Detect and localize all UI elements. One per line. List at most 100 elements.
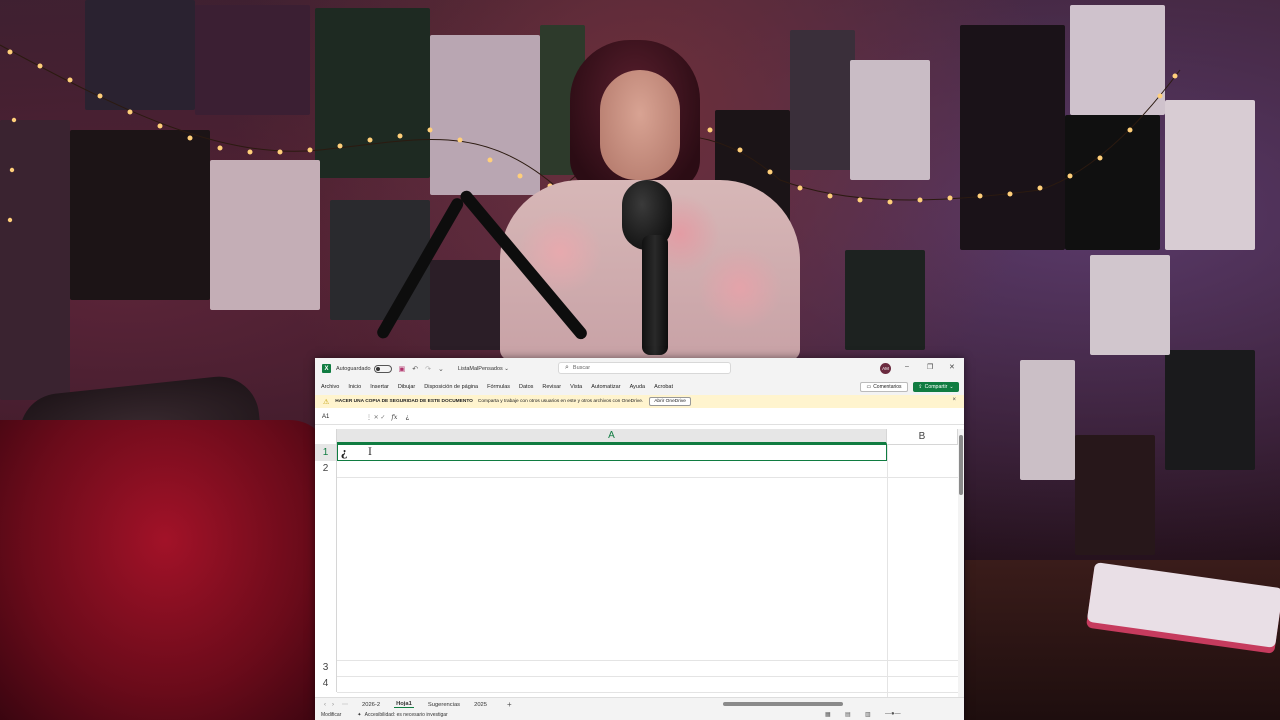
- tab-ayuda[interactable]: Ayuda: [630, 384, 646, 390]
- notification-title: HACER UNA COPIA DE SEGURIDAD DE ESTE DOC…: [335, 399, 473, 404]
- tab-vista[interactable]: Vista: [570, 384, 582, 390]
- tab-datos[interactable]: Datos: [519, 384, 533, 390]
- undo-icon[interactable]: ↶: [412, 365, 418, 373]
- search-icon: ⌕: [565, 364, 569, 371]
- column-header-a[interactable]: A: [337, 429, 887, 444]
- sheet-tab-hoja1[interactable]: Hoja1: [394, 701, 414, 708]
- select-all-corner[interactable]: [315, 429, 337, 444]
- add-sheet-icon[interactable]: +: [507, 700, 512, 709]
- poster: [330, 200, 430, 320]
- share-button[interactable]: ⇪ Compartir ⌄: [913, 382, 959, 392]
- poster: [1070, 5, 1165, 115]
- backup-notification-bar: ⚠ HACER UNA COPIA DE SEGURIDAD DE ESTE D…: [315, 395, 964, 408]
- poster: [1020, 360, 1075, 480]
- poster: [315, 8, 430, 178]
- horizontal-scrollbar[interactable]: [715, 702, 955, 707]
- poster: [0, 120, 70, 400]
- poster: [430, 35, 540, 195]
- row-header-2[interactable]: 2: [315, 461, 337, 477]
- column-headers: A B: [315, 429, 958, 445]
- zoom-slider[interactable]: —●—: [885, 711, 901, 717]
- page-break-icon[interactable]: ▥: [865, 711, 871, 718]
- row-header-1[interactable]: 1: [315, 444, 337, 461]
- poster: [1165, 350, 1255, 470]
- poster: [960, 25, 1065, 250]
- comment-icon: ▭: [866, 384, 872, 390]
- open-onedrive-button[interactable]: Abrir OneDrive: [649, 397, 691, 406]
- page-layout-icon[interactable]: ▤: [845, 711, 851, 718]
- row-header-4[interactable]: 4: [315, 676, 337, 692]
- autosave-label: Autoguardado: [336, 365, 371, 372]
- tab-formulas[interactable]: Fórmulas: [487, 384, 510, 390]
- customize-quick-access-icon[interactable]: ⌄: [438, 365, 444, 373]
- tab-acrobat[interactable]: Acrobat: [654, 384, 673, 390]
- close-icon[interactable]: ✕: [949, 363, 955, 371]
- tab-archivo[interactable]: Archivo: [321, 384, 339, 390]
- next-sheet-icon[interactable]: ›: [332, 702, 334, 708]
- more-sheets-icon[interactable]: ⋯: [342, 701, 348, 708]
- share-icon: ⇪: [918, 384, 923, 390]
- gridline: [337, 676, 958, 677]
- excel-window: X Autoguardado ▣ ↶ ↷ ⌄ ListaMalPensados …: [315, 358, 964, 720]
- gridline: [887, 444, 888, 697]
- poster: [70, 130, 210, 300]
- vertical-scroll-thumb[interactable]: [959, 435, 963, 495]
- save-icon[interactable]: ▣: [399, 365, 406, 373]
- normal-view-icon[interactable]: ▦: [825, 711, 831, 718]
- tab-automatizar[interactable]: Automatizar: [591, 384, 620, 390]
- tab-revisar[interactable]: Revisar: [542, 384, 561, 390]
- accessibility-icon: ✦: [357, 712, 362, 718]
- sheet-tabs-bar: ‹ › ⋯ 2026-2 Hoja1 Sugerencias 2025 +: [315, 697, 964, 711]
- tab-insertar[interactable]: Insertar: [370, 384, 389, 390]
- tab-dibujar[interactable]: Dibujar: [398, 384, 415, 390]
- search-box[interactable]: ⌕ Buscar: [558, 362, 731, 374]
- poster: [210, 160, 320, 310]
- poster: [845, 250, 925, 350]
- prev-sheet-icon[interactable]: ‹: [324, 702, 326, 708]
- active-cell-a1[interactable]: ¿ I: [337, 444, 887, 461]
- redo-icon[interactable]: ↷: [425, 365, 431, 373]
- comments-button[interactable]: ▭ Comentarios: [860, 382, 908, 392]
- close-notification-icon[interactable]: ×: [952, 397, 956, 403]
- poster: [790, 30, 855, 170]
- excel-logo-icon: X: [322, 364, 331, 373]
- name-box[interactable]: A1: [322, 414, 366, 420]
- sheet-tab-sugerencias[interactable]: Sugerencias: [428, 702, 460, 708]
- chevron-down-icon: ⌄: [949, 384, 954, 390]
- gridline: [337, 692, 958, 693]
- warning-icon: ⚠: [323, 398, 330, 406]
- avatar[interactable]: AM: [880, 363, 891, 374]
- sheet-tab-2026-2[interactable]: 2026-2: [362, 702, 380, 708]
- column-header-b[interactable]: B: [887, 429, 958, 444]
- accessibility-label: Accesibilidad: es necesario investigar: [364, 712, 448, 718]
- insert-function-icon[interactable]: fx: [391, 413, 397, 421]
- accessibility-status[interactable]: ✦ Accesibilidad: es necesario investigar: [357, 712, 447, 718]
- microphone-body: [642, 235, 668, 355]
- tab-inicio[interactable]: Inicio: [348, 384, 361, 390]
- person-face: [600, 70, 680, 180]
- horizontal-scroll-thumb[interactable]: [723, 702, 843, 706]
- status-bar: Modificar ✦ Accesibilidad: es necesario …: [315, 710, 964, 720]
- file-name[interactable]: ListaMalPensados ⌄: [458, 366, 509, 372]
- autosave-toggle[interactable]: [373, 364, 392, 373]
- poster: [1165, 100, 1255, 250]
- tab-disposicion-de-pagina[interactable]: Disposición de página: [424, 384, 478, 390]
- poster: [430, 260, 510, 350]
- vertical-scrollbar[interactable]: [958, 429, 964, 697]
- row-header-3[interactable]: 3: [315, 660, 337, 676]
- formula-input[interactable]: ¿: [405, 414, 409, 421]
- poster: [85, 0, 195, 110]
- poster: [1090, 255, 1170, 355]
- notification-message: Comparta y trabaje con otros usuarios en…: [477, 399, 644, 404]
- cell-a1-text: ¿: [341, 446, 348, 459]
- formula-bar-controls: ⋮ ✕ ✓: [366, 414, 386, 421]
- comments-label: Comentarios: [873, 384, 902, 390]
- search-placeholder: Buscar: [572, 365, 591, 371]
- row-header-gap: [315, 477, 337, 660]
- worksheet-grid[interactable]: A B 1 2 3 4 ¿ I: [315, 429, 958, 697]
- minimize-icon[interactable]: –: [905, 363, 909, 370]
- restore-icon[interactable]: ❐: [927, 363, 933, 371]
- poster: [195, 5, 310, 115]
- formula-bar: A1 ⋮ ✕ ✓ fx ¿: [315, 410, 964, 425]
- sheet-tab-2025[interactable]: 2025: [474, 702, 487, 708]
